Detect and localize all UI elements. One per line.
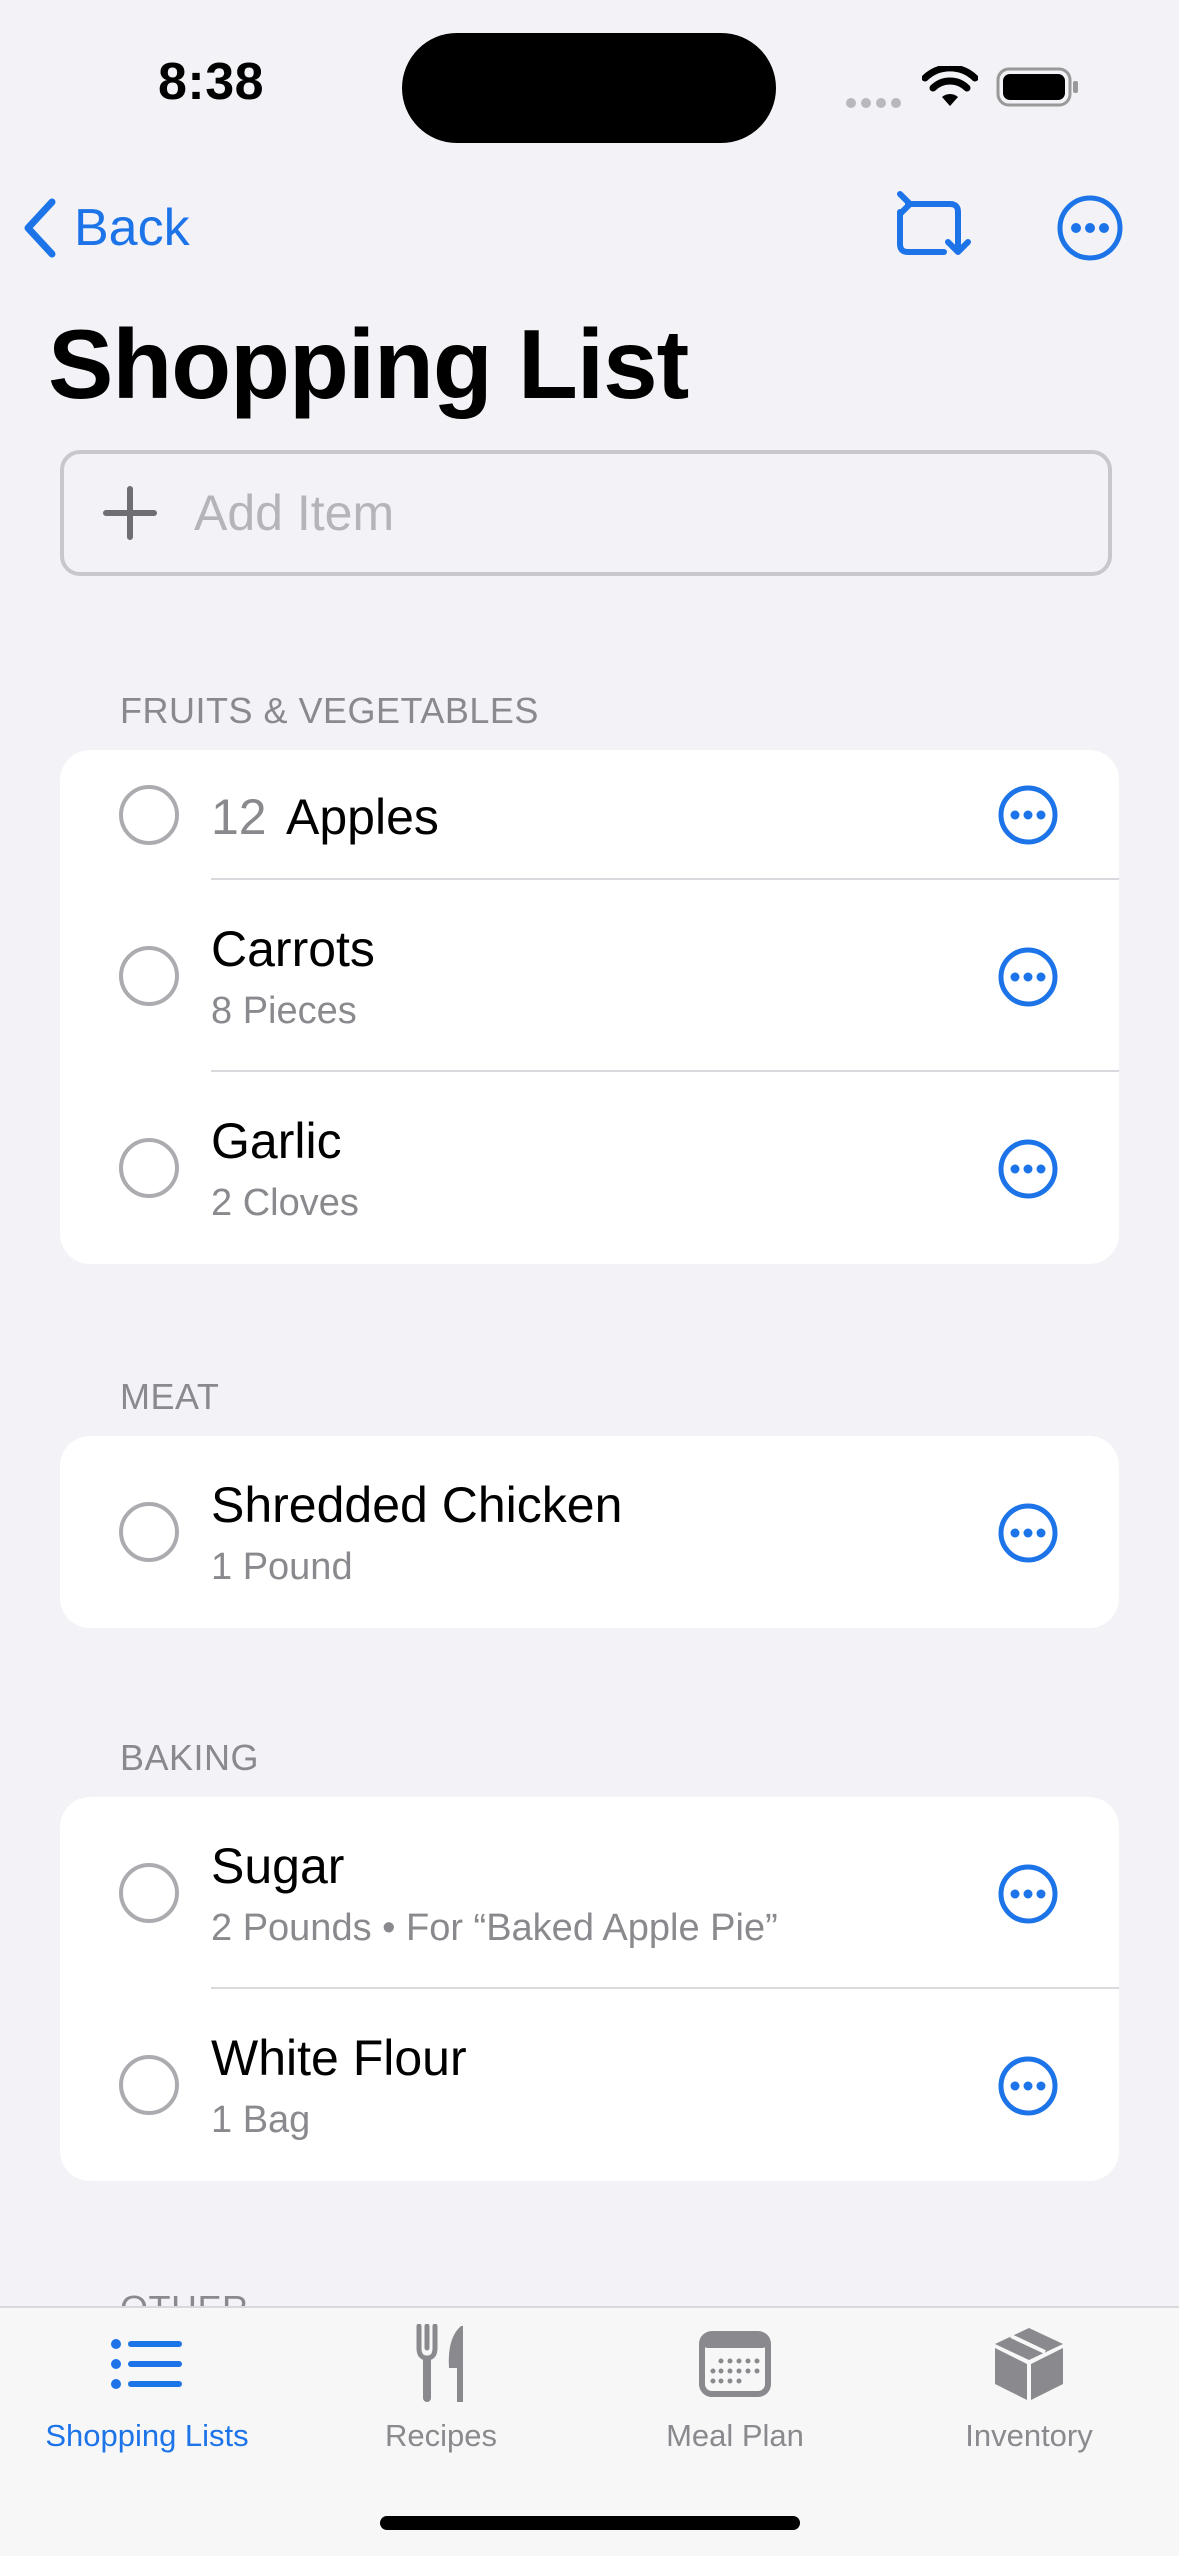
dynamic-island xyxy=(402,33,776,143)
tab-inventory[interactable]: Inventory xyxy=(882,2308,1176,2488)
checkbox-circle[interactable] xyxy=(119,1863,179,1923)
item-detail: 2 Pounds • For “Baked Apple Pie” xyxy=(211,1907,778,1949)
item-name: Sugar xyxy=(211,1838,345,1894)
checkbox-circle[interactable] xyxy=(119,946,179,1006)
list-item[interactable]: Carrots 8 Pieces xyxy=(60,880,1119,1072)
more-options-button[interactable] xyxy=(1056,190,1128,266)
list-icon xyxy=(111,2339,182,2389)
tab-label: Shopping Lists xyxy=(45,2418,249,2453)
fork-knife-icon xyxy=(416,2324,463,2402)
wifi-icon xyxy=(922,66,978,106)
item-detail: 1 Pound xyxy=(211,1546,353,1588)
checkbox-circle[interactable] xyxy=(119,2055,179,2115)
home-indicator xyxy=(380,2516,800,2530)
list-item[interactable]: Garlic 2 Cloves xyxy=(60,1072,1119,1264)
item-detail: 1 Bag xyxy=(211,2099,311,2141)
section-header-fruits-vegetables: FRUITS & VEGETABLES xyxy=(120,690,539,731)
tab-meal-plan[interactable]: Meal Plan xyxy=(588,2308,882,2488)
back-button[interactable]: Back xyxy=(22,190,190,266)
plus-icon xyxy=(103,486,157,540)
tab-label: Meal Plan xyxy=(666,2418,804,2453)
repeat-button[interactable] xyxy=(888,190,978,266)
section-card-baking: Sugar 2 Pounds • For “Baked Apple Pie” W… xyxy=(60,1797,1119,2181)
ellipsis-circle-icon[interactable] xyxy=(997,2055,1059,2117)
item-name: Shredded Chicken xyxy=(211,1477,623,1533)
list-item[interactable]: 12 Apples xyxy=(60,750,1119,880)
add-item-field[interactable] xyxy=(60,450,1112,576)
back-label: Back xyxy=(74,199,190,257)
tab-recipes[interactable]: Recipes xyxy=(294,2308,588,2488)
tab-label: Recipes xyxy=(385,2418,497,2453)
item-name: Carrots xyxy=(211,921,375,977)
battery-icon xyxy=(996,67,1078,107)
checkbox-circle[interactable] xyxy=(119,1138,179,1198)
ellipsis-circle-icon[interactable] xyxy=(997,1138,1059,1200)
tab-shopping-lists[interactable]: Shopping Lists xyxy=(0,2308,294,2488)
section-header-meat: MEAT xyxy=(120,1376,220,1417)
status-time: 8:38 xyxy=(158,53,265,111)
section-card-meat: Shredded Chicken 1 Pound xyxy=(60,1436,1119,1628)
ellipsis-circle-icon xyxy=(1057,195,1123,261)
ellipsis-circle-icon[interactable] xyxy=(997,1863,1059,1925)
tab-label: Inventory xyxy=(965,2418,1093,2453)
ellipsis-circle-icon[interactable] xyxy=(997,784,1059,846)
repeat-icon xyxy=(897,191,971,255)
item-quantity: 12 xyxy=(211,789,267,845)
list-item[interactable]: White Flour 1 Bag xyxy=(60,1989,1119,2181)
checkbox-circle[interactable] xyxy=(119,785,179,845)
add-item-input[interactable] xyxy=(192,483,996,543)
checkbox-circle[interactable] xyxy=(119,1502,179,1562)
section-card-fruits-vegetables: 12 Apples Carrots 8 Pieces Garlic 2 Clov… xyxy=(60,750,1119,1264)
calendar-icon xyxy=(699,2331,771,2397)
page-title: Shopping List xyxy=(48,309,689,419)
ellipsis-circle-icon[interactable] xyxy=(997,946,1059,1008)
item-name: Garlic xyxy=(211,1113,342,1169)
cellular-signal-icon xyxy=(846,95,906,113)
list-item[interactable]: Sugar 2 Pounds • For “Baked Apple Pie” xyxy=(60,1797,1119,1989)
section-header-baking: BAKING xyxy=(120,1737,260,1778)
ellipsis-circle-icon[interactable] xyxy=(997,1502,1059,1564)
item-name: White Flour xyxy=(211,2030,467,2086)
chevron-left-icon xyxy=(24,198,56,258)
item-detail: 2 Cloves xyxy=(211,1182,359,1224)
box-icon xyxy=(995,2328,1063,2400)
list-item[interactable]: Shredded Chicken 1 Pound xyxy=(60,1436,1119,1628)
item-name: Apples xyxy=(286,789,439,845)
item-detail: 8 Pieces xyxy=(211,990,357,1032)
